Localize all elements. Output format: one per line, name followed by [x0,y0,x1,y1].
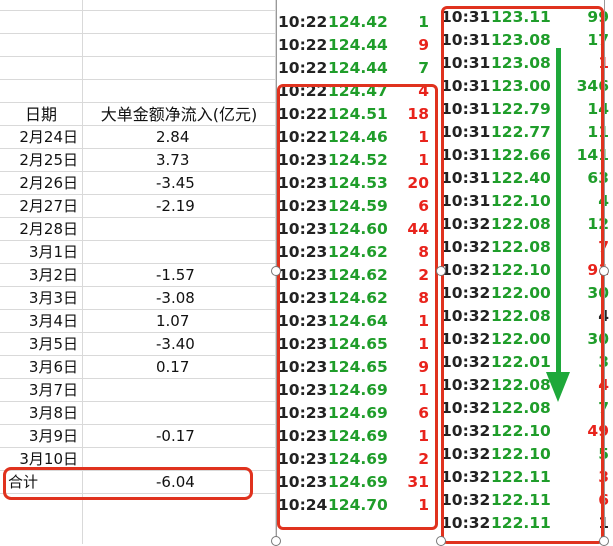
tick-time: 10:22 [278,36,328,54]
tick-row: 10:22 124.44 7 [276,57,439,80]
tick-price: 124.44 [328,36,388,54]
net-inflow-cell[interactable]: -0.17 [82,425,276,448]
date-cell[interactable]: 3月3日 [0,287,82,310]
date-cell[interactable]: 2月27日 [0,195,82,218]
down-arrow-icon [556,48,561,378]
tick-volume: 7 [418,59,429,77]
tick-price: 124.42 [328,13,388,31]
date-cell[interactable]: 3月8日 [0,402,82,425]
resize-handle[interactable] [271,536,281,546]
net-inflow-cell[interactable]: -2.19 [82,195,276,218]
tick-time: 10:22 [278,13,328,31]
date-cell[interactable]: 3月6日 [0,356,82,379]
tick-row: 10:22 124.44 9 [276,34,439,57]
resize-handle[interactable] [599,536,609,546]
highlight-box-right [441,6,604,544]
row-gridline [0,10,276,11]
tick-volume: 9 [418,36,429,54]
net-inflow-cell[interactable]: 2.84 [82,126,276,149]
date-cell[interactable]: 2月25日 [0,149,82,172]
header-date[interactable]: 日期 [0,103,82,126]
resize-handle[interactable] [271,266,281,276]
total-highlight-box [3,467,253,500]
tick-volume: 1 [418,13,429,31]
date-cell[interactable]: 2月26日 [0,172,82,195]
date-cell[interactable]: 2月24日 [0,126,82,149]
spreadsheet[interactable]: 日期 大单金额净流入(亿元) 2月24日 2.84 2月25日 3.73 2月26日 -3… [0,0,276,544]
date-cell[interactable]: 3月1日 [0,241,82,264]
date-cell[interactable]: 3月2日 [0,264,82,287]
row-gridline [0,56,276,57]
date-cell[interactable]: 3月7日 [0,379,82,402]
date-cell[interactable]: 3月9日 [0,425,82,448]
net-inflow-cell[interactable] [82,241,276,264]
net-inflow-cell[interactable]: -3.45 [82,172,276,195]
net-inflow-cell[interactable]: -3.40 [82,333,276,356]
row-gridline [0,79,276,80]
tick-row: 10:22 124.42 1 [276,11,439,34]
date-cell[interactable]: 3月4日 [0,310,82,333]
tick-time: 10:22 [278,59,328,77]
down-arrow-head-icon [546,372,570,402]
resize-handle[interactable] [436,266,446,276]
header-net-inflow[interactable]: 大单金额净流入(亿元) [82,103,276,126]
date-cell[interactable]: 2月28日 [0,218,82,241]
net-inflow-cell[interactable]: 0.17 [82,356,276,379]
highlight-box-left [277,84,438,530]
net-inflow-cell[interactable]: 1.07 [82,310,276,333]
net-inflow-cell[interactable] [82,379,276,402]
date-cell[interactable]: 3月5日 [0,333,82,356]
net-inflow-cell[interactable]: 3.73 [82,149,276,172]
net-inflow-cell[interactable] [82,218,276,241]
resize-handle[interactable] [436,536,446,546]
net-inflow-cell[interactable]: -3.08 [82,287,276,310]
resize-handle[interactable] [599,266,609,276]
net-inflow-cell[interactable] [82,402,276,425]
tick-price: 124.44 [328,59,388,77]
net-inflow-cell[interactable]: -1.57 [82,264,276,287]
row-gridline [0,33,276,34]
